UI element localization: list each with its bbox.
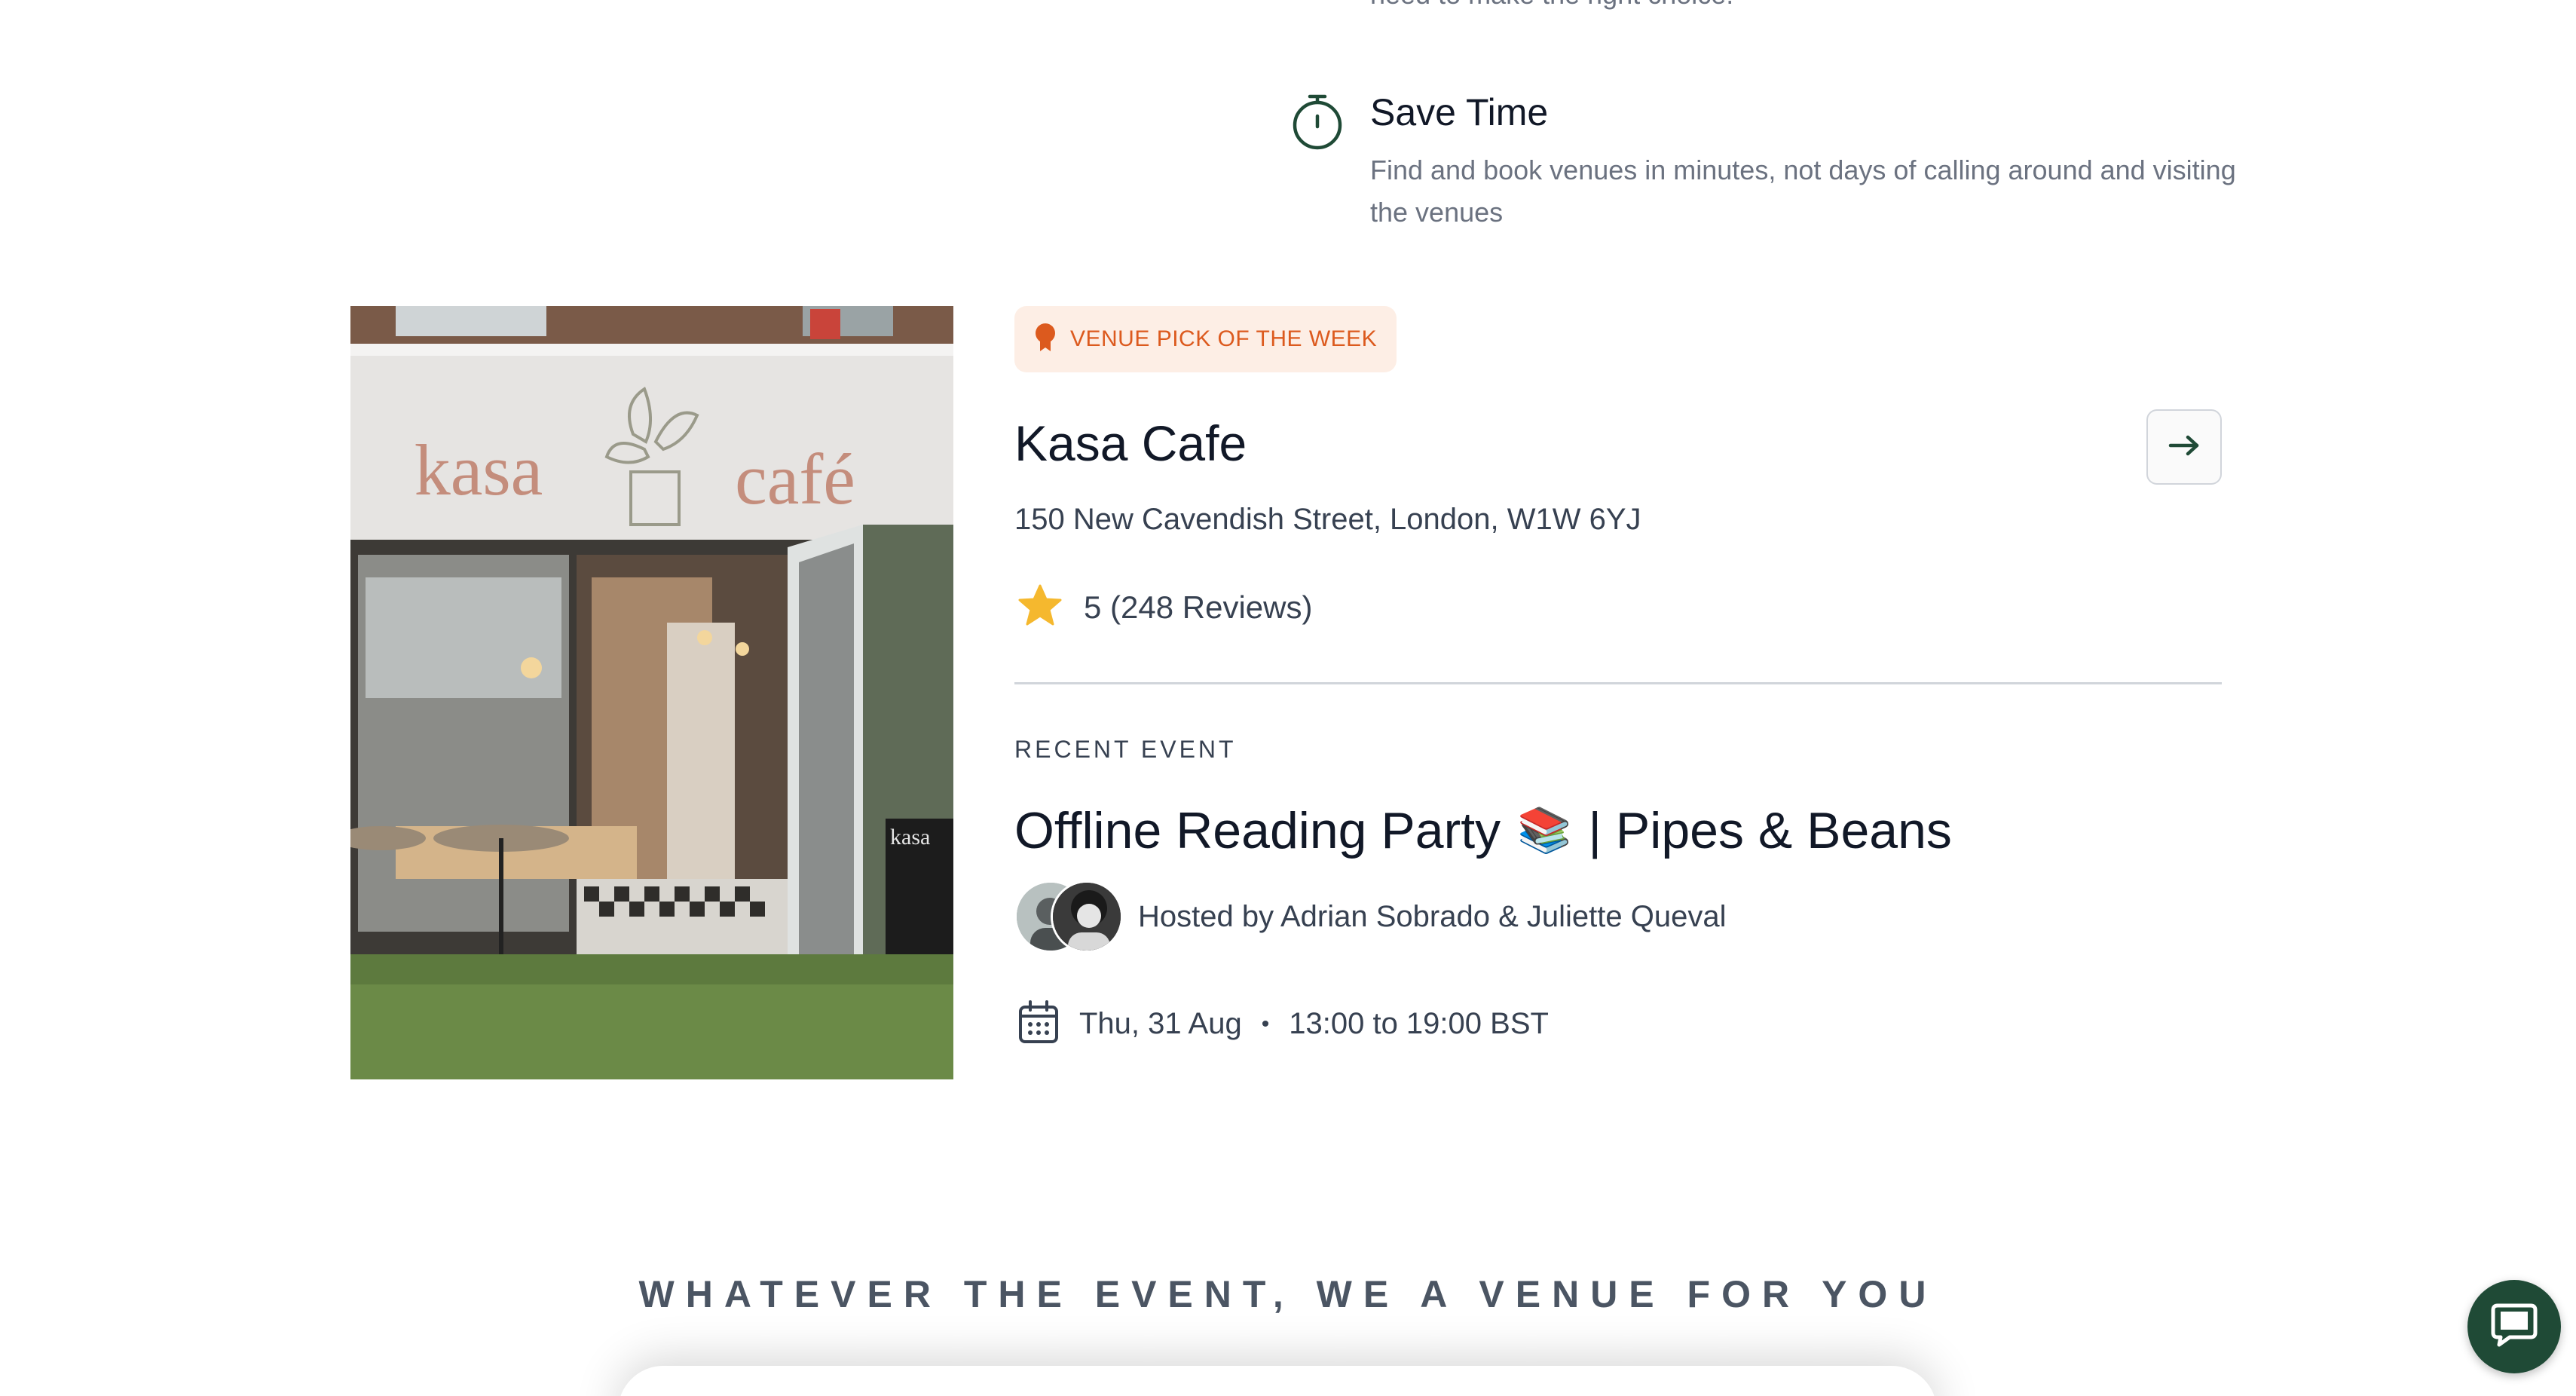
books-emoji: 📚	[1517, 806, 1572, 855]
event-title-venue: | Pipes & Beans	[1588, 802, 1952, 859]
event-title-text: Offline Reading Party	[1014, 802, 1501, 859]
venue-photo[interactable]: kasa café kasa	[350, 306, 953, 1079]
star-icon	[1017, 583, 1063, 631]
event-date: Thu, 31 Aug • 13:00 to 19:00 BST	[1017, 1000, 1549, 1049]
venue-pick-badge: VENUE PICK OF THE WEEK	[1014, 306, 1397, 372]
venue-name[interactable]: Kasa Cafe	[1014, 413, 1247, 473]
divider	[1014, 682, 2222, 684]
host-avatars	[1014, 880, 1126, 953]
recent-event-label: RECENT EVENT	[1014, 736, 1237, 763]
award-ribbon-icon	[1034, 323, 1057, 357]
sign-text-left: kasa	[415, 430, 543, 510]
feature-title: Save Time	[1370, 91, 1549, 133]
section-tagline: WHATEVER THE EVENT, WE A VENUE FOR YOU	[638, 1273, 1938, 1315]
chat-button[interactable]	[2467, 1280, 2561, 1373]
venue-rating: 5 (248 Reviews)	[1017, 583, 1312, 631]
venue-open-button[interactable]	[2146, 409, 2222, 485]
date-text: Thu, 31 Aug	[1079, 1007, 1242, 1040]
time-text: 13:00 to 19:00 BST	[1289, 1007, 1549, 1040]
calendar-icon	[1017, 1000, 1060, 1049]
date-separator: •	[1261, 1011, 1270, 1036]
arrow-right-icon	[2168, 434, 2200, 461]
previous-feature-description: need to make the right choice.	[1370, 0, 1733, 11]
search-bar-edge	[618, 1366, 1937, 1396]
chat-bubble-icon	[2490, 1303, 2538, 1352]
board-text: kasa	[890, 825, 930, 850]
stopwatch-icon	[1290, 92, 1345, 152]
feature-description: Find and book venues in minutes, not day…	[1370, 155, 2236, 228]
event-hosts: Hosted by Adrian Sobrado & Juliette Quev…	[1014, 880, 1726, 953]
badge-label: VENUE PICK OF THE WEEK	[1070, 326, 1378, 351]
venue-address: 150 New Cavendish Street, London, W1W 6Y…	[1014, 503, 1641, 536]
event-title[interactable]: Offline Reading Party 📚 | Pipes & Beans	[1014, 799, 1952, 862]
sign-text-right: café	[735, 439, 855, 519]
hosts-text: Hosted by Adrian Sobrado & Juliette Quev…	[1138, 899, 1727, 933]
avatar	[1051, 880, 1123, 953]
rating-text: 5 (248 Reviews)	[1084, 589, 1313, 625]
